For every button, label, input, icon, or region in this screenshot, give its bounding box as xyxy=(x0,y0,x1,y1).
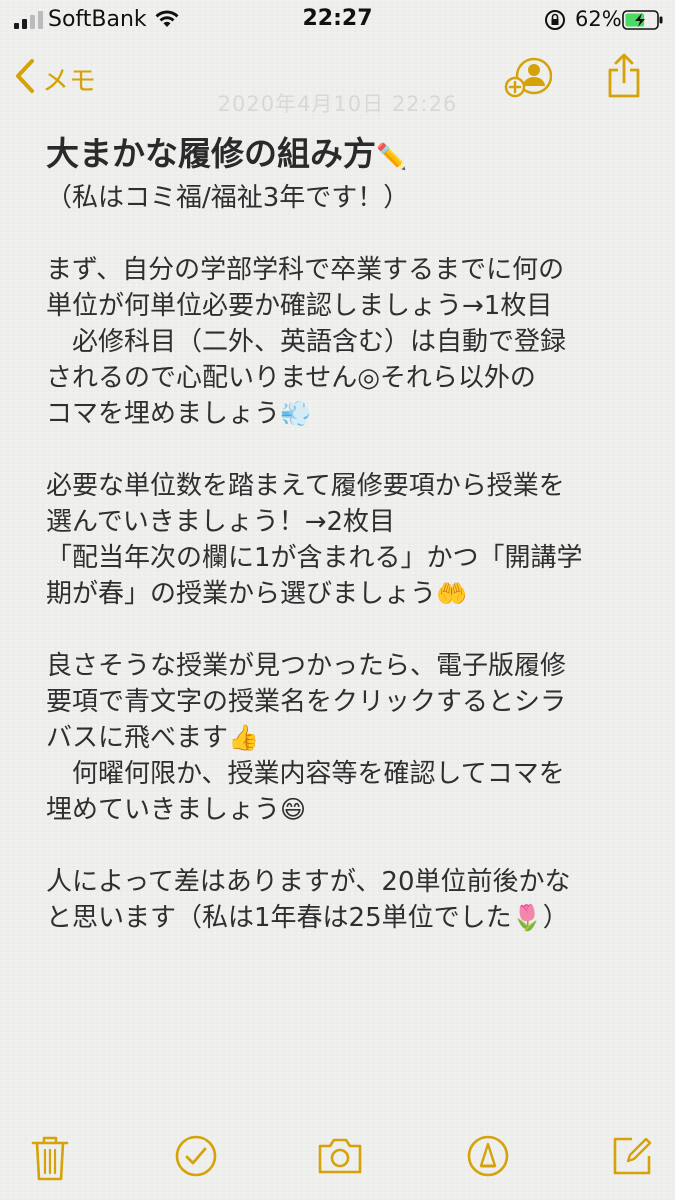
battery-charging-icon xyxy=(622,9,664,35)
note-line: 選んでいきましょう！→2枚目 xyxy=(46,507,396,537)
note-line: コマを埋めましょう💨 xyxy=(46,399,312,429)
pencil-icon: ✏️ xyxy=(376,142,408,171)
note-line: （私はコミ福/福祉3年です！） xyxy=(46,183,410,213)
note-line: 埋めていきましょう😄 xyxy=(46,795,307,825)
note-line: 期が春」の授業から選びましょう🤲 xyxy=(46,579,468,609)
note-body[interactable]: 大まかな履修の組み方✏️ （私はコミ福/福祉3年です！） まず、自分の学部学科で… xyxy=(46,128,646,936)
note-line: 何曜何限か、授業内容等を確認してコマを xyxy=(46,759,565,789)
orientation-lock-icon xyxy=(544,9,566,35)
note-line: 単位が何単位必要か確認しましょう→1枚目 xyxy=(46,291,553,321)
tulip-icon: 🌷 xyxy=(511,903,543,932)
trash-icon[interactable] xyxy=(30,1134,70,1188)
note-line: されるので心配いりません◎それら以外の xyxy=(46,363,536,393)
note-line: まず、自分の学部学科で卒業するまでに何の xyxy=(46,255,565,285)
battery-percent: 62% xyxy=(575,7,622,31)
palms-up-icon: 🤲 xyxy=(436,579,468,608)
note-line: 必修科目（二外、英語含む）は自動で登録 xyxy=(46,327,567,357)
note-line: 良さそうな授業が見つかったら、電子版履修 xyxy=(46,651,567,681)
note-line: と思います（私は1年春は25単位でした🌷） xyxy=(46,903,569,933)
bottom-toolbar xyxy=(0,1130,675,1190)
grinning-face-icon: 😄 xyxy=(280,795,307,824)
note-line: 「配当年次の欄に1が含まれる」かつ「開講学 xyxy=(46,543,583,573)
dash-icon: 💨 xyxy=(280,399,312,428)
note-line: バスに飛べます👍 xyxy=(46,723,260,753)
note-date: 2020年4月10日 22:26 xyxy=(217,92,458,116)
markup-pen-icon[interactable] xyxy=(466,1134,510,1182)
note-title: 大まかな履修の組み方✏️ xyxy=(46,134,408,173)
compose-icon[interactable] xyxy=(610,1134,654,1182)
status-bar: SoftBank 22:27 62% xyxy=(0,0,675,40)
camera-icon[interactable] xyxy=(316,1134,364,1182)
checklist-icon[interactable] xyxy=(174,1134,218,1182)
status-time: 22:27 xyxy=(302,6,373,31)
note-line: 必要な単位数を踏まえて履修要項から授業を xyxy=(46,471,565,501)
note-line: 人によって差はありますが、20単位前後かな xyxy=(46,867,571,897)
note-line: 要項で青文字の授業名をクリックするとシラ xyxy=(46,687,567,717)
thumbs-up-icon: 👍 xyxy=(228,723,260,752)
